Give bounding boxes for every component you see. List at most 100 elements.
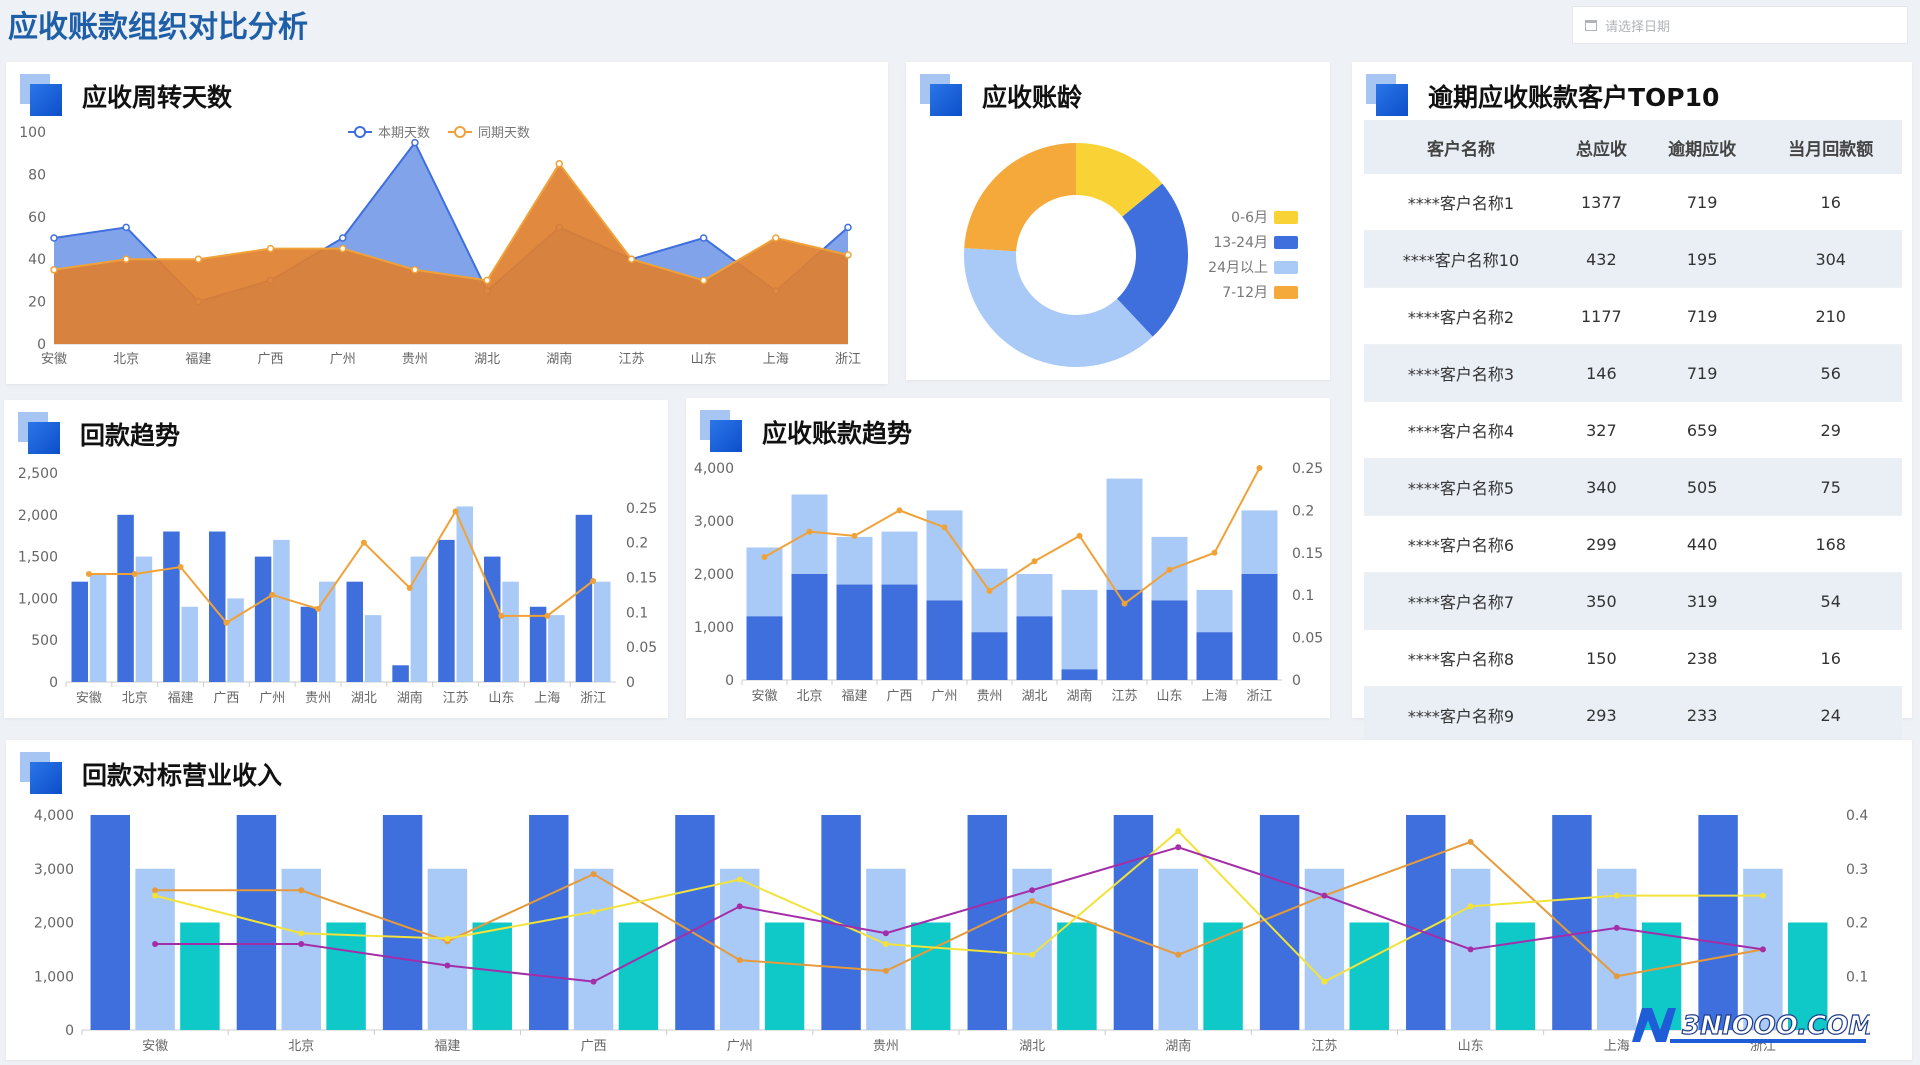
data-point bbox=[1175, 844, 1182, 851]
table-cell: 299 bbox=[1557, 515, 1645, 573]
bar bbox=[881, 584, 918, 680]
bar bbox=[573, 868, 614, 1030]
y-tick-label: 100 bbox=[19, 125, 46, 141]
x-tick-label: 北京 bbox=[288, 1039, 314, 1054]
x-tick-label: 上海 bbox=[1604, 1039, 1630, 1054]
x-tick-label: 浙江 bbox=[580, 691, 606, 706]
date-picker[interactable]: 请选择日期 bbox=[1572, 6, 1908, 44]
table-cell: ****客户名称1 bbox=[1364, 174, 1558, 231]
table-row[interactable]: ****客户名称2 1177 719 210 bbox=[1364, 287, 1902, 345]
x-tick-label: 广西 bbox=[581, 1039, 607, 1054]
bar bbox=[911, 922, 951, 1030]
page-title: 应收账款组织对比分析 bbox=[8, 10, 308, 45]
data-point bbox=[1759, 892, 1766, 899]
table-cell: 505 bbox=[1644, 458, 1760, 516]
column-header[interactable]: 当月回款额 bbox=[1759, 120, 1902, 174]
data-point bbox=[338, 244, 347, 253]
bar bbox=[529, 606, 547, 682]
column-header[interactable]: 总应收 bbox=[1557, 120, 1645, 174]
table-header-row: 客户名称 总应收 逾期应收 当月回款额 bbox=[1364, 120, 1902, 174]
date-placeholder: 请选择日期 bbox=[1605, 19, 1671, 35]
table-cell: 146 bbox=[1557, 344, 1645, 402]
data-point bbox=[483, 276, 491, 285]
table-row[interactable]: ****客户名称7 350 319 54 bbox=[1364, 572, 1902, 630]
table-cell: ****客户名称2 bbox=[1364, 287, 1558, 345]
ar-trend-panel: 应收账款趋势 0 1,000 2,000 3,000 4,000 0 0.05 0.1 0.15… bbox=[686, 398, 1330, 718]
y-tick-label: 3,000 bbox=[694, 514, 734, 530]
bar bbox=[618, 922, 659, 1030]
table-row[interactable]: ****客户名称5 340 505 75 bbox=[1364, 458, 1902, 516]
table-cell: 24 bbox=[1759, 686, 1902, 744]
data-point bbox=[590, 908, 597, 915]
column-header[interactable]: 逾期应收 bbox=[1644, 120, 1760, 174]
table-cell: 327 bbox=[1557, 401, 1645, 459]
data-point bbox=[590, 871, 597, 878]
data-point bbox=[896, 507, 903, 514]
x-tick-label: 广州 bbox=[259, 691, 285, 706]
table-cell: 195 bbox=[1644, 230, 1760, 288]
data-point bbox=[986, 587, 993, 594]
data-point bbox=[360, 539, 367, 546]
x-tick-label: 湖北 bbox=[1021, 689, 1047, 704]
data-point bbox=[122, 223, 130, 232]
data-point bbox=[131, 571, 138, 578]
bar bbox=[1057, 922, 1097, 1030]
table-cell: ****客户名称7 bbox=[1364, 572, 1558, 630]
data-point bbox=[1029, 898, 1036, 904]
watermark-logo: 3NIOOO.COM bbox=[1632, 1008, 1870, 1043]
data-point bbox=[152, 892, 159, 899]
legend-label: 0-6月 bbox=[1231, 210, 1268, 226]
table-cell: 719 bbox=[1644, 287, 1760, 345]
column-header[interactable]: 客户名称 bbox=[1364, 120, 1558, 174]
x-tick-label: 广州 bbox=[727, 1039, 753, 1054]
table-row[interactable]: ****客户名称3 146 719 56 bbox=[1364, 344, 1902, 402]
x-tick-label: 江苏 bbox=[618, 351, 644, 367]
table-cell: 238 bbox=[1644, 629, 1760, 687]
x-tick-label: 湖南 bbox=[397, 690, 423, 706]
table-row[interactable]: ****客户名称10 432 195 304 bbox=[1364, 230, 1902, 288]
data-point bbox=[882, 941, 889, 947]
data-point bbox=[544, 612, 551, 619]
table-cell: 432 bbox=[1557, 230, 1645, 288]
data-point bbox=[806, 528, 813, 535]
data-point bbox=[1029, 887, 1036, 894]
table-row[interactable]: ****客户名称6 299 440 168 bbox=[1364, 515, 1902, 573]
y2-tick-label: 0.2 bbox=[626, 536, 648, 552]
data-point bbox=[298, 941, 305, 947]
watermark-underline bbox=[1670, 1039, 1866, 1043]
bar bbox=[926, 600, 963, 680]
y-tick-label: 0 bbox=[725, 673, 734, 689]
data-point bbox=[1613, 892, 1620, 899]
y-tick-label: 3,000 bbox=[34, 862, 74, 878]
y2-tick-label: 0.15 bbox=[1292, 546, 1323, 562]
data-point bbox=[844, 251, 852, 259]
bar bbox=[1061, 589, 1098, 680]
bar bbox=[1241, 574, 1278, 680]
bar bbox=[364, 615, 382, 682]
y-tick-label: 1,000 bbox=[694, 620, 734, 636]
x-tick-label: 湖南 bbox=[1165, 1038, 1191, 1054]
bar bbox=[300, 606, 318, 682]
bar bbox=[209, 531, 226, 682]
table-cell: 29 bbox=[1759, 401, 1902, 459]
data-point bbox=[1076, 532, 1083, 539]
table-cell: 719 bbox=[1644, 174, 1760, 231]
table-row[interactable]: ****客户名称8 150 238 16 bbox=[1364, 629, 1902, 687]
x-tick-label: 安徽 bbox=[41, 352, 67, 367]
y2-tick-label: 0.05 bbox=[626, 640, 657, 656]
data-point bbox=[772, 234, 780, 242]
x-tick-label: 贵州 bbox=[305, 691, 331, 706]
data-point bbox=[122, 255, 130, 263]
data-point bbox=[761, 554, 768, 561]
bar bbox=[720, 868, 760, 1030]
data-point bbox=[1166, 566, 1173, 573]
data-point bbox=[1121, 600, 1128, 607]
top10-table: 客户名称 总应收 逾期应收 当月回款额 ****客户名称1 1377 719 16 **… bbox=[1364, 120, 1902, 744]
table-row[interactable]: ****客户名称4 327 659 29 bbox=[1364, 401, 1902, 459]
table-row[interactable]: ****客户名称1 1377 719 16 bbox=[1364, 174, 1902, 231]
table-cell: 16 bbox=[1759, 629, 1902, 687]
table-row[interactable]: ****客户名称9 293 233 24 bbox=[1364, 686, 1902, 744]
data-point bbox=[1613, 924, 1620, 931]
x-tick-label: 江苏 bbox=[443, 690, 469, 706]
table-cell: 168 bbox=[1759, 515, 1902, 573]
